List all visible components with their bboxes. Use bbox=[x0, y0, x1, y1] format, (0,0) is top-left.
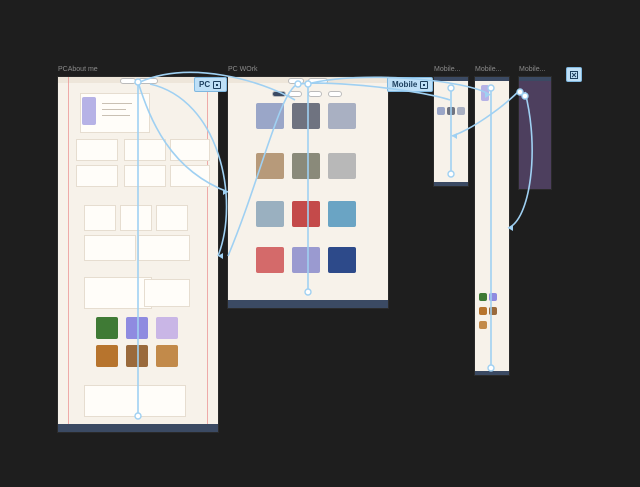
info-card bbox=[124, 165, 166, 187]
work-thumbnail[interactable] bbox=[328, 103, 356, 129]
photo-thumbnail[interactable] bbox=[479, 307, 487, 315]
info-card bbox=[76, 139, 118, 161]
skill-card bbox=[156, 205, 188, 231]
work-thumbnail[interactable] bbox=[256, 153, 284, 179]
skill-card bbox=[84, 235, 136, 261]
photo-thumbnail[interactable] bbox=[479, 321, 487, 329]
layout-guide bbox=[207, 77, 208, 432]
photo-thumbnail[interactable] bbox=[479, 293, 487, 301]
mobile-badge[interactable]: Mobile bbox=[387, 77, 433, 92]
frame-title-mobile-1[interactable]: Mobile... bbox=[434, 66, 460, 73]
frame-nav bbox=[434, 77, 468, 81]
profile-illustration bbox=[481, 85, 489, 101]
filter-tab[interactable] bbox=[328, 91, 342, 97]
frame-title-mobile-3[interactable]: Mobile... bbox=[519, 66, 545, 73]
work-thumbnail[interactable] bbox=[256, 103, 284, 129]
photo-thumbnail[interactable] bbox=[489, 293, 497, 301]
frame-icon bbox=[420, 80, 428, 89]
frame-nav bbox=[519, 77, 551, 81]
info-card bbox=[170, 139, 210, 161]
work-thumbnail[interactable] bbox=[328, 153, 356, 179]
work-thumbnail[interactable] bbox=[447, 107, 455, 115]
layout-guide bbox=[68, 77, 69, 432]
work-thumbnail[interactable] bbox=[292, 201, 320, 227]
photo-thumbnail[interactable] bbox=[156, 317, 178, 339]
profile-illustration bbox=[82, 97, 96, 125]
photo-thumbnail[interactable] bbox=[96, 345, 118, 367]
text-line bbox=[102, 103, 132, 104]
frame-icon bbox=[213, 80, 222, 89]
skill-card bbox=[120, 205, 152, 231]
frame-mobile-3[interactable] bbox=[519, 77, 551, 189]
pc-badge[interactable]: PC bbox=[194, 77, 227, 92]
close-icon[interactable] bbox=[566, 67, 582, 82]
filter-tab[interactable] bbox=[288, 91, 302, 97]
filter-tab[interactable] bbox=[272, 91, 286, 97]
work-thumbnail[interactable] bbox=[292, 103, 320, 129]
photo-thumbnail[interactable] bbox=[126, 317, 148, 339]
frame-title-mobile-2[interactable]: Mobile... bbox=[475, 66, 501, 73]
work-thumbnail[interactable] bbox=[437, 107, 445, 115]
filter-tab[interactable] bbox=[308, 91, 322, 97]
nav-pill[interactable] bbox=[288, 78, 304, 84]
mobile-badge-label: Mobile bbox=[392, 80, 418, 89]
frame-footer bbox=[475, 371, 509, 375]
photo-thumbnail[interactable] bbox=[96, 317, 118, 339]
frame-mobile-1[interactable] bbox=[434, 77, 468, 186]
work-thumbnail[interactable] bbox=[292, 247, 320, 273]
work-thumbnail[interactable] bbox=[256, 201, 284, 227]
text-line bbox=[102, 115, 130, 116]
hobby-card bbox=[144, 279, 190, 307]
frame-footer bbox=[58, 424, 218, 432]
frame-title-about[interactable]: PCAbout me bbox=[58, 66, 98, 73]
frame-about[interactable] bbox=[58, 77, 218, 432]
hobby-card bbox=[84, 277, 152, 309]
work-thumbnail[interactable] bbox=[457, 107, 465, 115]
info-card bbox=[170, 165, 210, 187]
frame-work[interactable] bbox=[228, 77, 388, 308]
work-thumbnail[interactable] bbox=[292, 153, 320, 179]
photo-thumbnail[interactable] bbox=[489, 307, 497, 315]
nav-pill[interactable] bbox=[308, 78, 328, 84]
info-card bbox=[124, 139, 166, 161]
frame-mobile-2[interactable] bbox=[475, 77, 509, 375]
photo-thumbnail[interactable] bbox=[126, 345, 148, 367]
frame-nav bbox=[475, 77, 509, 81]
work-thumbnail[interactable] bbox=[256, 247, 284, 273]
pc-badge-label: PC bbox=[199, 80, 211, 89]
frame-footer bbox=[434, 182, 468, 186]
contact-card bbox=[84, 385, 186, 417]
text-line bbox=[102, 109, 126, 110]
nav-pill[interactable] bbox=[120, 78, 136, 84]
frame-footer bbox=[228, 300, 388, 308]
info-card bbox=[76, 165, 118, 187]
skill-card bbox=[84, 205, 116, 231]
work-thumbnail[interactable] bbox=[328, 247, 356, 273]
frame-title-work[interactable]: PC WOrk bbox=[228, 66, 258, 73]
work-thumbnail[interactable] bbox=[328, 201, 356, 227]
photo-thumbnail[interactable] bbox=[156, 345, 178, 367]
nav-pill[interactable] bbox=[138, 78, 158, 84]
skill-card bbox=[138, 235, 190, 261]
